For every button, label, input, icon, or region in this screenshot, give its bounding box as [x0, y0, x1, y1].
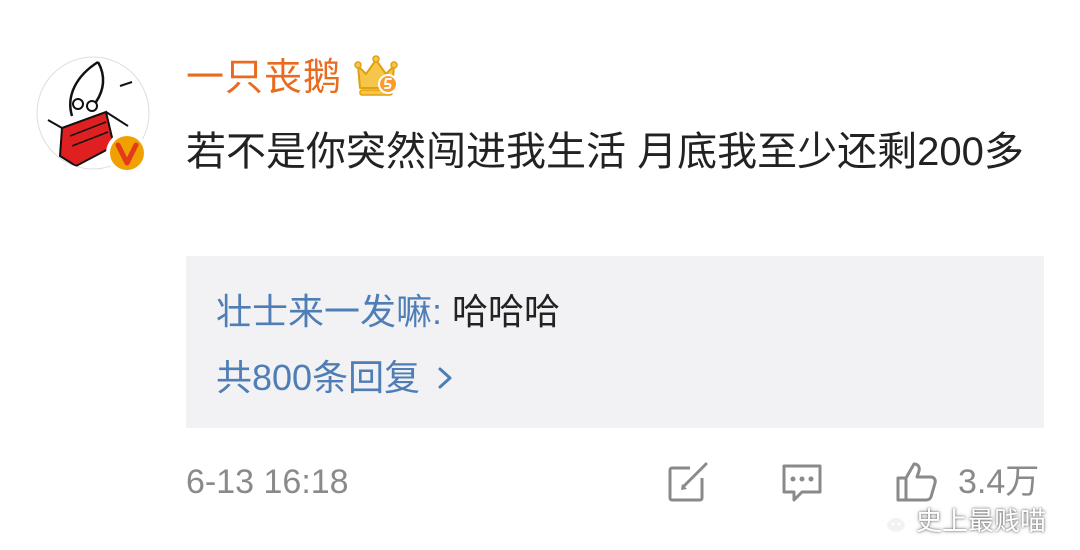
reply-colon: :: [432, 291, 443, 332]
chevron-right-icon: [438, 367, 452, 389]
username[interactable]: 一只丧鹅: [186, 52, 342, 104]
reply-count-label: 共800条回复: [216, 357, 421, 398]
wechat-icon: [872, 506, 908, 535]
thumbs-up-icon[interactable]: [894, 460, 938, 504]
watermark: 史上最贱喵: [872, 504, 1046, 538]
comment-timestamp: 6-13 16:18: [186, 463, 349, 501]
view-all-replies-link[interactable]: 共800条回复: [216, 352, 456, 404]
comment-card: 一只丧鹅 若不是你突然闯进我生活 月底我至少还剩200多 壮士来一发嘛: 哈哈哈…: [0, 0, 1080, 550]
comment-icon[interactable]: [780, 460, 824, 504]
watermark-text: 史上最贱喵: [915, 506, 1046, 536]
reply-preview: 壮士来一发嘛: 哈哈哈: [216, 288, 560, 336]
reply-text: 哈哈哈: [442, 291, 561, 332]
reply-author[interactable]: 壮士来一发嘛: [216, 291, 432, 332]
repost-icon[interactable]: [666, 460, 710, 504]
comment-text: 若不是你突然闯进我生活 月底我至少还剩200多: [186, 130, 1024, 174]
crown-member-icon[interactable]: [352, 52, 400, 100]
verified-v-icon: [104, 130, 150, 176]
like-count: 3.4万: [958, 463, 1040, 501]
reply-box[interactable]: 壮士来一发嘛: 哈哈哈 共800条回复: [186, 256, 1044, 428]
